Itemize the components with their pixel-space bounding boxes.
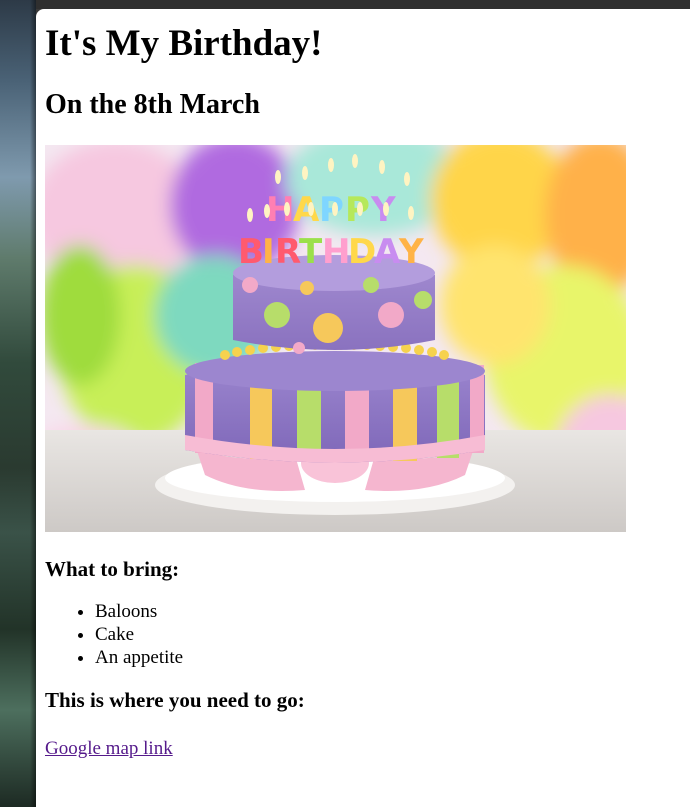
svg-text:P: P bbox=[319, 190, 344, 230]
window-top-edge bbox=[36, 0, 690, 9]
date-heading: On the 8th March bbox=[45, 89, 260, 120]
browser-content-window: It's My Birthday! On the 8th March H A P… bbox=[36, 9, 690, 807]
bring-list: Baloons Cake An appetite bbox=[45, 600, 690, 669]
svg-text:B: B bbox=[238, 232, 264, 272]
page-title: It's My Birthday! bbox=[45, 23, 323, 64]
svg-text:Y: Y bbox=[398, 232, 424, 272]
google-map-link[interactable]: Google map link bbox=[45, 737, 173, 761]
svg-text:H: H bbox=[322, 232, 350, 272]
where-to-go-heading: This is where you need to go: bbox=[45, 688, 305, 712]
birthday-cake-image: H A P P Y B I R T H D A Y bbox=[45, 145, 626, 532]
birthday-candles: B I R T H D A Y bbox=[238, 232, 424, 272]
svg-text:T: T bbox=[299, 232, 323, 272]
svg-text:A: A bbox=[374, 232, 401, 272]
svg-text:H: H bbox=[266, 190, 294, 230]
what-to-bring-heading: What to bring: bbox=[45, 557, 180, 581]
svg-text:A: A bbox=[293, 190, 320, 230]
list-item: An appetite bbox=[95, 646, 690, 669]
svg-text:R: R bbox=[275, 232, 301, 272]
list-item: Baloons bbox=[95, 600, 690, 623]
page-content: It's My Birthday! On the 8th March H A P… bbox=[36, 23, 690, 761]
list-item: Cake bbox=[95, 623, 690, 646]
svg-text:I: I bbox=[262, 232, 275, 272]
svg-text:Y: Y bbox=[370, 190, 396, 230]
svg-text:D: D bbox=[348, 232, 376, 272]
desktop-wallpaper bbox=[0, 0, 36, 807]
